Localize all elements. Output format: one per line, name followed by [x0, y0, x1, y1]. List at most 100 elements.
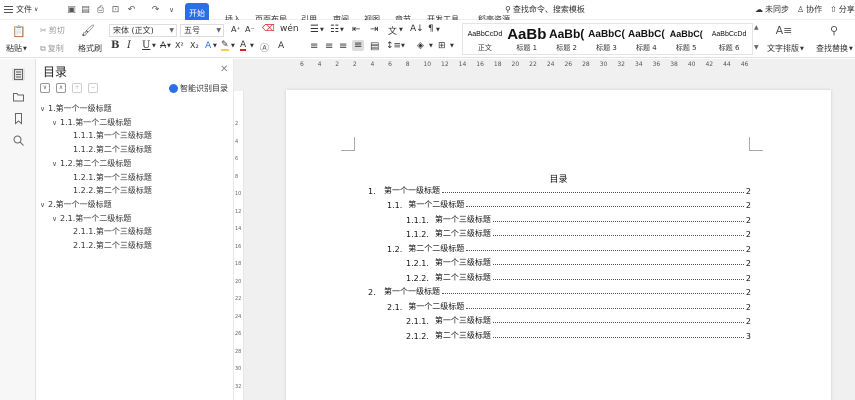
gallery-scroll-up-icon[interactable]: ▲	[754, 24, 759, 31]
font-size-select[interactable]: 五号 ▼	[180, 24, 224, 37]
shrink-font-button[interactable]: A⁻	[245, 25, 255, 34]
highlight-button[interactable]: ✎	[221, 41, 229, 51]
print-preview-icon[interactable]: ⊡	[110, 4, 121, 15]
document-page[interactable]: 目录 1. 第一个一级标题 2 1.1. 第一个二级标题 2 1.1.1. 第一个三级标题 2 1…	[286, 90, 831, 400]
chevron-down-icon[interactable]: ▼	[450, 43, 454, 49]
collab-button[interactable]: ♙ 协作	[797, 0, 822, 20]
font-color-button[interactable]: A	[240, 41, 247, 51]
chevron-down-icon[interactable]: ▼	[320, 27, 324, 33]
find-replace-icon[interactable]: ⚲	[826, 23, 842, 38]
style-item[interactable]: AaBbC(标题 5	[666, 24, 706, 54]
find-replace-button[interactable]: 查找替换 ▼	[816, 43, 853, 54]
chevron-down-icon[interactable]: ∨	[52, 158, 60, 170]
print-icon[interactable]: ⎙	[95, 4, 106, 15]
redo-icon[interactable]: ↷	[150, 4, 161, 15]
chevron-down-icon[interactable]: ▼	[152, 43, 156, 49]
grow-font-button[interactable]: A⁺	[231, 25, 241, 34]
paste-icon[interactable]: 📋	[10, 24, 28, 38]
numbered-list-button[interactable]: ☷	[330, 24, 339, 35]
toc-entry[interactable]: 1.2.2. 第二个三级标题 2	[406, 271, 751, 283]
toc-entry[interactable]: 1.2. 第二个二级标题 2	[387, 242, 751, 254]
chevron-down-icon[interactable]: ▼	[250, 43, 254, 49]
chevron-down-icon[interactable]: ▼	[167, 43, 171, 49]
smart-toc-button[interactable]: 智能识别目录	[169, 83, 228, 94]
chevron-down-icon[interactable]: ▼	[429, 43, 433, 49]
chinese-layout-button[interactable]: 文	[388, 24, 397, 37]
toc-entry[interactable]: 1.2.1. 第一个三级标题 2	[406, 256, 751, 268]
horizontal-ruler[interactable]: 6 4 2 2 4 6 8 10 12 14 16 18 20 22 24 26 28 30 32 34 36 38 40 4…	[294, 60, 770, 70]
chevron-down-icon[interactable]: ▼	[399, 27, 403, 33]
chevron-down-icon[interactable]: ∨	[52, 117, 60, 129]
toc-entry[interactable]: 1.1. 第一个二级标题 2	[387, 198, 751, 210]
align-right-button[interactable]: ≡	[339, 41, 347, 52]
increase-indent-button[interactable]: ⇥	[370, 24, 378, 35]
underline-button[interactable]: U	[142, 40, 150, 51]
line-spacing-button[interactable]: ↕≡	[386, 41, 401, 51]
toc-tree-item[interactable]: ∨ 1.第一个一级标题	[40, 103, 112, 115]
toc-entry[interactable]: 2.1.2. 第二个三级标题 3	[406, 329, 751, 341]
chevron-down-icon[interactable]: ∨	[40, 103, 48, 115]
text-layout-button[interactable]: 文字排版 ▼	[767, 43, 804, 54]
font-name-select[interactable]: 宋体 (正文) ▼	[109, 24, 177, 37]
italic-button[interactable]: I	[127, 40, 131, 51]
collapse-all-icon[interactable]: ∨	[40, 83, 50, 93]
chapter-nav-icon[interactable]	[12, 90, 25, 103]
export-pdf-icon[interactable]: ▤	[80, 4, 91, 15]
sync-status[interactable]: ☁ 未同步	[755, 0, 789, 20]
style-item[interactable]: AaBb(标题 2	[547, 24, 587, 54]
toc-entry[interactable]: 2.1. 第一个二级标题 2	[387, 300, 751, 312]
show-marks-button[interactable]: ¶	[428, 24, 434, 34]
save-icon[interactable]: ▣	[66, 4, 77, 15]
toc-tree-item[interactable]: ∨ 1.2.第二个二级标题	[52, 158, 131, 170]
toc-entry[interactable]: 1. 第一个一级标题 2	[368, 184, 751, 196]
share-button[interactable]: ⇧ 分享	[830, 0, 855, 20]
toc-tree-item[interactable]: 2.1.1.第一个三级标题	[73, 226, 152, 238]
text-effect-button[interactable]: A	[205, 41, 211, 51]
char-shading-button[interactable]: A	[278, 41, 284, 51]
toc-tree-item[interactable]: ∨ 1.1.第一个二级标题	[52, 117, 131, 129]
gallery-scroll-down-icon[interactable]: ▼	[754, 44, 759, 51]
expand-all-icon[interactable]: ∧	[56, 83, 66, 93]
vertical-ruler[interactable]: 2 4 6 8 10 12 14 16 18 20 22 24 26 28 30 32	[234, 91, 244, 400]
bold-button[interactable]: B	[111, 40, 119, 51]
style-item[interactable]: AaBb 标题 1	[507, 24, 547, 54]
toc-tree-item[interactable]: 1.1.1.第一个三级标题	[73, 130, 152, 142]
shading-button[interactable]: ◈	[417, 41, 424, 51]
quick-access-more-icon[interactable]: ∨	[166, 4, 177, 15]
toc-entry[interactable]: 2. 第一个一级标题 2	[368, 285, 751, 297]
toc-tree-item[interactable]: ∨ 2.1.第一个二级标题	[52, 213, 131, 225]
chevron-down-icon[interactable]: ▼	[436, 27, 440, 33]
distributed-button[interactable]: ▤	[370, 41, 379, 52]
subscript-button[interactable]: X₂	[190, 41, 199, 50]
chevron-down-icon[interactable]: ▼	[231, 43, 235, 49]
align-center-button[interactable]: ≡	[325, 41, 333, 52]
superscript-button[interactable]: X²	[175, 41, 184, 50]
copy-button[interactable]: ⧉ 复制	[40, 43, 64, 54]
chevron-down-icon[interactable]: ▼	[340, 27, 344, 33]
chevron-down-icon[interactable]: ∨	[40, 199, 48, 211]
decrease-indent-button[interactable]: ⇤	[352, 24, 360, 35]
command-search[interactable]: ⚲ 查找命令、搜索模板	[505, 0, 585, 20]
phonetic-guide-icon[interactable]: wén	[280, 24, 299, 34]
undo-icon[interactable]: ↶	[126, 4, 137, 15]
toc-entry[interactable]: 1.1.2. 第二个三级标题 2	[406, 227, 751, 239]
chevron-down-icon[interactable]: ∨	[52, 213, 60, 225]
style-item[interactable]: AaBbCcDd 正文	[463, 24, 507, 54]
style-item[interactable]: AaBbC(标题 4	[626, 24, 666, 54]
align-left-button[interactable]: ≡	[310, 41, 318, 52]
toc-tree-item[interactable]: 2.1.2.第二个三级标题	[73, 240, 152, 252]
toc-tree-item[interactable]: 1.2.2.第二个三级标题	[73, 185, 152, 197]
style-item[interactable]: AaBbCcDd 标题 6	[706, 24, 752, 54]
text-layout-icon[interactable]: A≡	[776, 23, 793, 38]
toc-entry[interactable]: 1.1.1. 第一个三级标题 2	[406, 213, 751, 225]
paste-button[interactable]: 粘贴 ▼	[6, 43, 27, 54]
toc-tree-item[interactable]: ∨ 2.第一个一级标题	[40, 199, 112, 211]
char-border-button[interactable]: Ⓐ	[260, 41, 269, 54]
toc-tree-item[interactable]: 1.1.2.第二个三级标题	[73, 144, 152, 156]
search-icon[interactable]	[12, 134, 25, 147]
toc-entry[interactable]: 2.1.1. 第一个三级标题 2	[406, 314, 751, 326]
toc-tree-item[interactable]: 1.2.1.第一个三级标题	[73, 172, 152, 184]
chevron-down-icon[interactable]: ▼	[401, 43, 405, 49]
sort-button[interactable]: A↓	[410, 24, 424, 34]
format-painter-button[interactable]: 格式刷	[78, 43, 102, 54]
